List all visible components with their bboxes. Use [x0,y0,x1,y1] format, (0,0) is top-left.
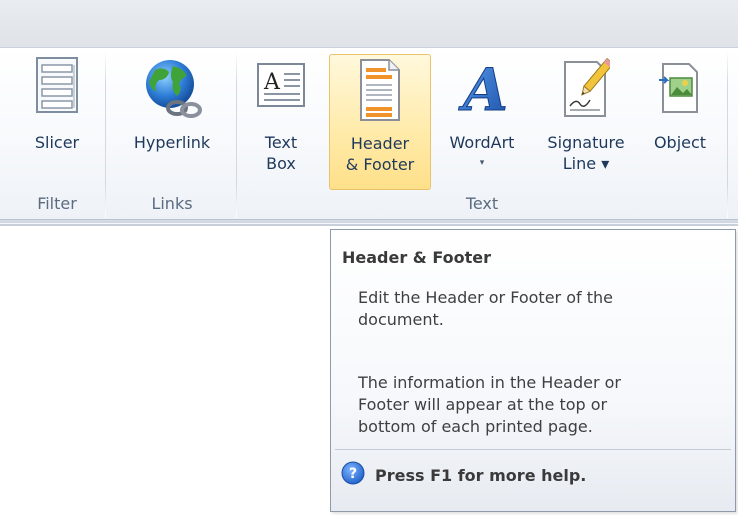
svg-text:A: A [458,56,507,120]
group-label-links: Links [151,194,193,213]
wordart-button[interactable]: A WordArt ▾ [436,52,528,188]
tooltip-help-text: Press F1 for more help. [375,465,587,485]
title-bar-strip [0,0,738,47]
object-button[interactable]: Object [641,52,719,188]
tooltip-title: Header & Footer [342,248,491,267]
text-box-icon: A [256,62,306,112]
help-question-icon: ? [341,461,365,489]
group-label-text: Text [465,194,499,213]
object-label: Object [653,133,707,152]
group-separator [727,50,728,218]
svg-text:A: A [263,70,281,95]
slicer-label: Slicer [34,133,80,152]
header-footer-tooltip: Header & Footer Edit the Header or Foote… [330,229,736,512]
text-box-label: Text Box [264,133,298,173]
signature-line-label: Signature Line ▾ [547,133,625,173]
tooltip-help-row: ? Press F1 for more help. [341,461,587,489]
object-icon [657,60,703,120]
tooltip-details: The information in the Header or Footer … [358,373,621,436]
wordart-label: WordArt ▾ [436,132,528,174]
group-separator [105,50,106,218]
text-box-button[interactable]: A Text Box [245,52,317,188]
header-footer-icon [357,57,403,127]
signature-line-icon [562,56,614,124]
slicer-icon [34,56,80,118]
tooltip-divider [335,449,731,450]
wordart-icon: A [457,54,509,125]
svg-text:?: ? [349,466,357,482]
globe-chain-icon [137,56,207,124]
group-label-filter: Filter [37,194,77,213]
tooltip-description: Edit the Header or Footer of the documen… [358,288,613,329]
wordart-dropdown-arrow: ▾ [479,158,485,168]
header-footer-label: Header & Footer [345,134,415,174]
header-footer-button[interactable]: Header & Footer [329,54,431,190]
group-separator [236,50,237,218]
signature-line-button[interactable]: Signature Line ▾ [532,52,640,188]
hyperlink-button[interactable]: Hyperlink [116,52,228,188]
ribbon-bottom-edge [0,219,738,226]
hyperlink-label: Hyperlink [133,133,211,152]
slicer-button[interactable]: Slicer [16,52,98,188]
